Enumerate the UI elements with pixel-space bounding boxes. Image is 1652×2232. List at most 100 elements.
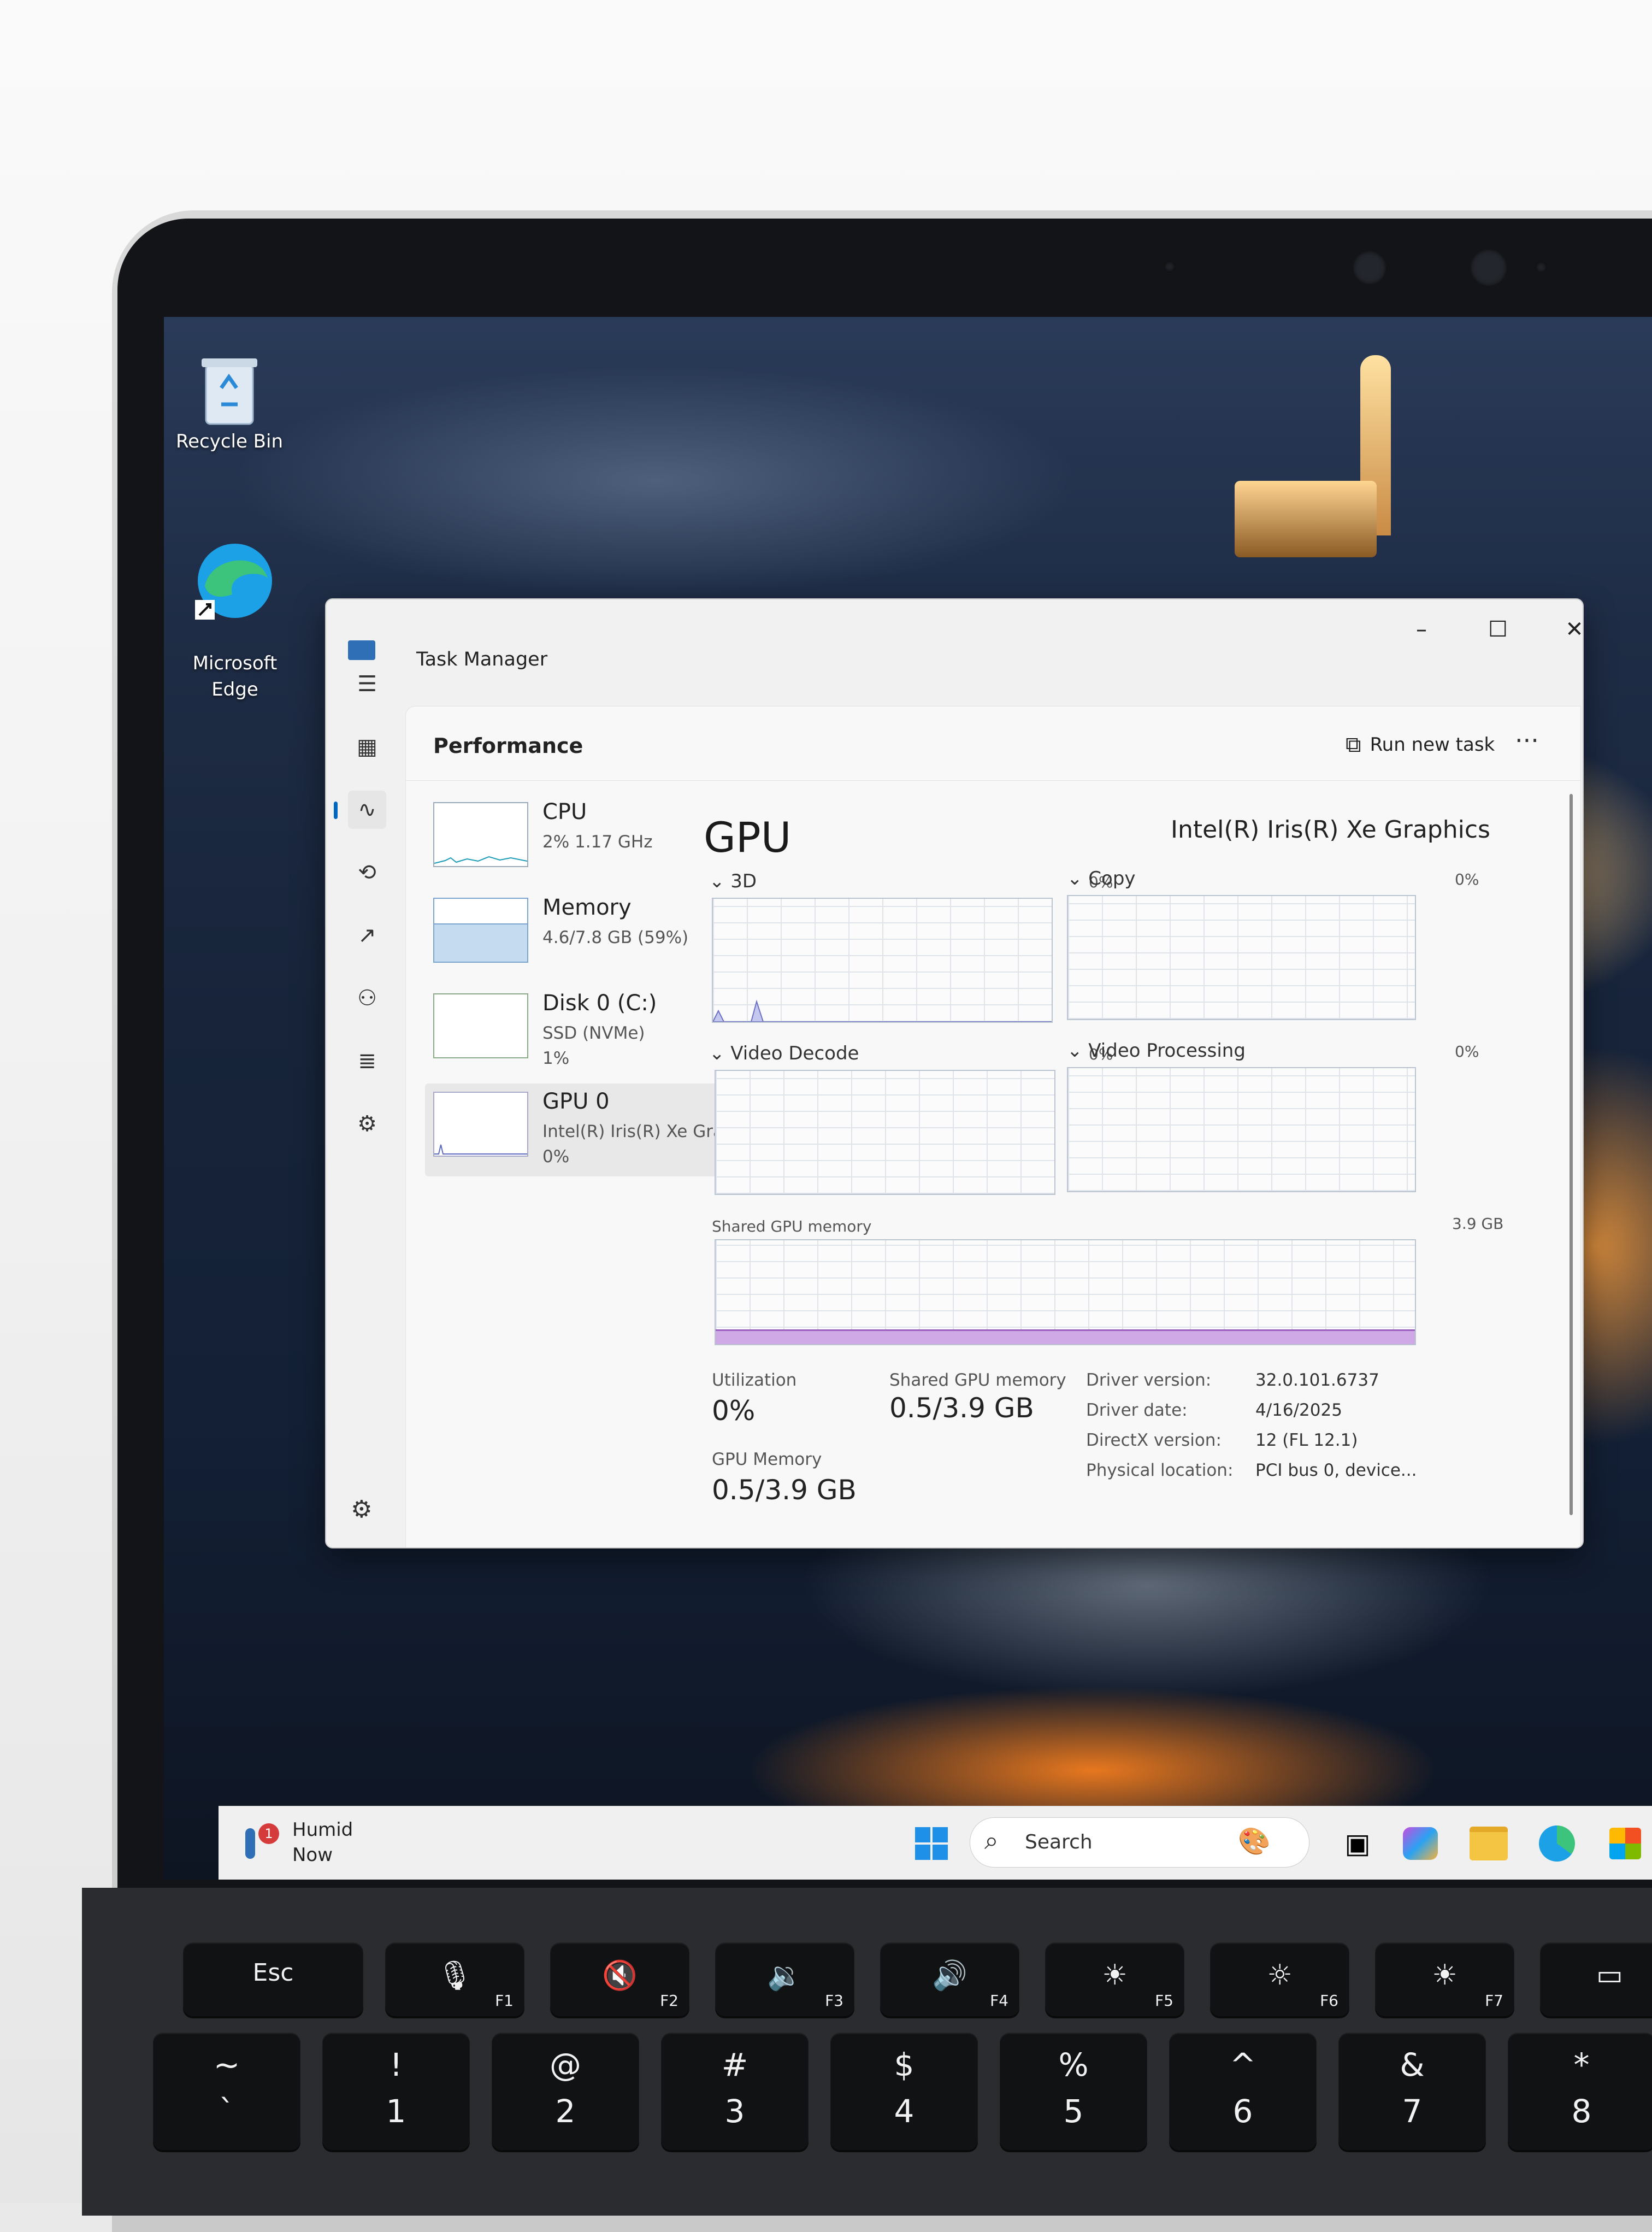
nav-processes[interactable]: ▦ bbox=[348, 728, 386, 766]
disk-name: Disk 0 (C:) bbox=[542, 991, 657, 1016]
engine-video-processing-pct: 0% bbox=[1455, 1043, 1479, 1061]
nav-app-history[interactable]: ⟲ bbox=[348, 853, 386, 892]
key-row1-F3[interactable]: 🔉 F3 bbox=[715, 1942, 854, 2016]
key-4[interactable]: $4 bbox=[830, 2033, 978, 2150]
performance-icon: ∿ bbox=[358, 797, 376, 822]
more-options-button[interactable]: ··· bbox=[1515, 726, 1539, 755]
task-manager-app-icon bbox=[348, 640, 375, 660]
taskbar-search[interactable]: ⌕ Search 🎨 bbox=[970, 1817, 1309, 1868]
shared-memory-label: Shared GPU memory bbox=[889, 1370, 1066, 1390]
engine-video-processing-label[interactable]: ⌄ Video Processing bbox=[1067, 1040, 1246, 1062]
file-explorer-icon[interactable] bbox=[1464, 1817, 1513, 1869]
nav-sidebar: ☰ ▦ ∿ ⟲ ↗ ⚇ ≣ ⚙ bbox=[326, 665, 403, 1539]
nav-services[interactable]: ⚙ bbox=[348, 1105, 386, 1143]
memory-usage: 4.6/7.8 GB (59%) bbox=[542, 928, 689, 947]
nav-users[interactable]: ⚇ bbox=[348, 979, 386, 1017]
key-row1-F5[interactable]: ☀ F5 bbox=[1045, 1942, 1184, 2016]
engine-copy-pct: 0% bbox=[1455, 870, 1479, 888]
directx-version-label: DirectX version: bbox=[1086, 1430, 1222, 1450]
gpu-name: GPU 0 bbox=[542, 1089, 610, 1114]
key-glyph: ☀ bbox=[1432, 1959, 1458, 1992]
key-shift-glyph: $ bbox=[894, 2046, 914, 2083]
start-button[interactable] bbox=[910, 1817, 953, 1869]
key-row1-esc[interactable]: Esc bbox=[183, 1942, 363, 2016]
gear-icon: ⚙ bbox=[351, 1495, 373, 1523]
gpu-heading: GPU bbox=[704, 813, 792, 862]
key-2[interactable]: @2 bbox=[492, 2033, 639, 2150]
engine-video-decode-graph bbox=[715, 1070, 1055, 1195]
disk-thumbnail bbox=[433, 993, 528, 1058]
resource-item-gpu[interactable]: GPU 0 Intel(R) Iris(R) Xe Graphi 0% bbox=[425, 1083, 753, 1176]
gpu-memory-label: GPU Memory bbox=[712, 1450, 822, 1469]
minimize-button[interactable]: – bbox=[1389, 610, 1454, 649]
key-main-glyph: 6 bbox=[1232, 2093, 1253, 2130]
key-1[interactable]: ! 1 bbox=[322, 2033, 470, 2150]
key-row1-F6[interactable]: ☼ F6 bbox=[1210, 1942, 1349, 2016]
store-icon[interactable] bbox=[1601, 1817, 1650, 1869]
key-row1-F1[interactable]: 🎙 F1 bbox=[385, 1942, 524, 2016]
search-label: Search bbox=[1025, 1831, 1093, 1853]
key-main-glyph: 1 bbox=[386, 2093, 406, 2130]
key-fn-label: F6 bbox=[1320, 1992, 1338, 2010]
key-7[interactable]: & 7 bbox=[1338, 2033, 1486, 2150]
windows-logo-icon bbox=[915, 1827, 948, 1860]
engine-copy-label[interactable]: ⌄ Copy bbox=[1067, 868, 1136, 890]
directx-version-value: 12 (FL 12.1) bbox=[1255, 1430, 1358, 1450]
maximize-icon: ☐ bbox=[1488, 617, 1508, 642]
driver-version-value: 32.0.101.6737 bbox=[1255, 1370, 1379, 1390]
shared-memory-value: 0.5/3.9 GB bbox=[889, 1392, 1034, 1424]
utilization-value: 0% bbox=[712, 1395, 756, 1427]
close-button[interactable]: ✕ bbox=[1542, 610, 1584, 649]
key-main-glyph: 7 bbox=[1402, 2093, 1423, 2130]
details-list-icon: ≣ bbox=[358, 1049, 376, 1074]
desktop-icon-edge[interactable]: Microsoft Edge bbox=[180, 514, 290, 703]
key-row1-extra[interactable]: ▭ bbox=[1540, 1942, 1652, 2016]
key-8[interactable]: * 8 bbox=[1508, 2033, 1652, 2150]
key-main-glyph: ` bbox=[219, 2093, 235, 2130]
cpu-mini-graph bbox=[434, 856, 528, 864]
key-row1-F4[interactable]: 🔊 F4 bbox=[880, 1942, 1019, 2016]
task-view-icon[interactable]: ▣ bbox=[1336, 1817, 1379, 1869]
nav-details[interactable]: ≣ bbox=[348, 1042, 386, 1080]
engine-copy-graph bbox=[1067, 895, 1416, 1020]
weather-widget-icon[interactable]: 1 bbox=[240, 1817, 284, 1869]
engine-3d-label[interactable]: ⌄ 3D bbox=[709, 870, 757, 892]
engine-video-decode-label[interactable]: ⌄ Video Decode bbox=[709, 1043, 859, 1064]
physical-location-label: Physical location: bbox=[1086, 1460, 1234, 1480]
key-5[interactable]: % 5 bbox=[1000, 2033, 1147, 2150]
memory-fill bbox=[434, 923, 527, 962]
key-`[interactable]: ~ ` bbox=[153, 2033, 300, 2150]
key-glyph: 🔇 bbox=[602, 1959, 638, 1992]
nav-startup-apps[interactable]: ↗ bbox=[348, 916, 386, 955]
desktop-icon-recycle-bin[interactable]: Recycle Bin bbox=[175, 355, 284, 455]
memory-name: Memory bbox=[542, 895, 632, 920]
key-3[interactable]: #3 bbox=[661, 2033, 809, 2150]
maximize-button[interactable]: ☐ bbox=[1465, 610, 1531, 649]
window-title: Task Manager bbox=[416, 649, 548, 670]
title-bar[interactable]: Task Manager – ☐ ✕ bbox=[326, 599, 1584, 670]
key-shift-glyph: @ bbox=[550, 2046, 581, 2083]
processes-icon: ▦ bbox=[357, 734, 377, 759]
key-shift-glyph: ^ bbox=[1229, 2046, 1256, 2083]
resource-item-memory[interactable]: Memory 4.6/7.8 GB (59%) bbox=[425, 890, 753, 982]
edge-taskbar-icon[interactable] bbox=[1532, 1817, 1582, 1869]
settings-button[interactable]: ⚙ bbox=[351, 1495, 372, 1523]
cpu-usage: 2% 1.17 GHz bbox=[542, 832, 653, 852]
m365-copilot-icon[interactable] bbox=[1396, 1817, 1445, 1869]
engine-3d-graph bbox=[712, 898, 1053, 1023]
recycle-bin-label: Recycle Bin bbox=[175, 431, 283, 452]
hamburger-menu-button[interactable]: ☰ bbox=[348, 665, 386, 703]
utilization-label: Utilization bbox=[712, 1370, 797, 1390]
key-row1-F2[interactable]: 🔇 F2 bbox=[550, 1942, 689, 2016]
weather-widget[interactable]: Humid Now bbox=[292, 1817, 353, 1868]
key-glyph: ☼ bbox=[1267, 1959, 1293, 1992]
close-icon: ✕ bbox=[1565, 617, 1584, 642]
panel-scrollbar[interactable] bbox=[1570, 794, 1573, 1515]
resource-item-disk[interactable]: Disk 0 (C:) SSD (NVMe) 1% bbox=[425, 985, 753, 1078]
key-shift-glyph: # bbox=[721, 2046, 748, 2083]
key-6[interactable]: ^ 6 bbox=[1169, 2033, 1317, 2150]
key-row1-F7[interactable]: ☀ F7 bbox=[1375, 1942, 1514, 2016]
nav-performance[interactable]: ∿ bbox=[334, 791, 386, 829]
run-new-task-button[interactable]: ⧉ Run new task bbox=[1346, 728, 1495, 761]
key-glyph: Esc bbox=[252, 1959, 294, 1987]
